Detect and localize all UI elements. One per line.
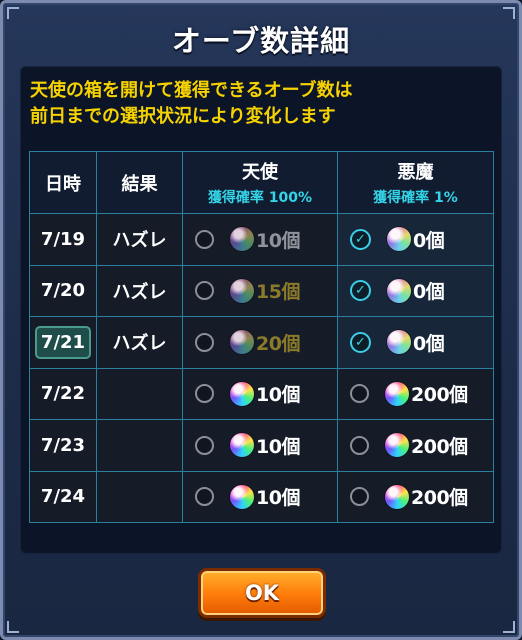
header-angel: 天使 獲得確率 100% bbox=[182, 151, 338, 214]
frame-corner bbox=[7, 621, 19, 633]
angel-cell: 15個 bbox=[182, 264, 338, 317]
angel-radio[interactable] bbox=[195, 384, 214, 404]
orb-icon bbox=[385, 381, 409, 406]
angel-radio[interactable] bbox=[195, 435, 214, 455]
devil-radio[interactable] bbox=[350, 487, 369, 507]
frame-corner bbox=[503, 621, 515, 633]
devil-check-icon[interactable]: ✓ bbox=[350, 228, 371, 250]
orb-icon bbox=[230, 433, 254, 458]
orb-icon bbox=[387, 278, 411, 303]
row-date: 7/21 bbox=[29, 316, 97, 369]
devil-label: 悪魔 bbox=[397, 162, 434, 183]
table-row: 7/21 ハズレ 20個 ✓ 0個 bbox=[29, 316, 494, 369]
row-result: ハズレ bbox=[96, 213, 183, 266]
angel-amount: 15個 bbox=[256, 281, 300, 304]
row-result bbox=[96, 367, 183, 420]
orb-icon bbox=[230, 381, 254, 406]
header-date: 日時 bbox=[29, 151, 97, 214]
dialog-title: オーブ数詳細 bbox=[171, 24, 351, 58]
angel-amount: 10個 bbox=[256, 435, 300, 458]
row-date: 7/19 bbox=[29, 213, 97, 266]
angel-cell: 20個 bbox=[182, 316, 338, 369]
angel-radio[interactable] bbox=[195, 487, 214, 507]
angel-rate: 獲得確率 100% bbox=[207, 190, 313, 206]
angel-radio[interactable] bbox=[195, 332, 214, 352]
table-row: 7/22 10個 200個 bbox=[29, 367, 494, 420]
devil-cell: ✓ 0個 bbox=[337, 213, 494, 266]
angel-amount: 10個 bbox=[256, 384, 300, 407]
description-line-1: 天使の箱を開けて獲得できるオーブ数は bbox=[30, 80, 353, 101]
current-date-badge: 7/21 bbox=[34, 325, 92, 359]
angel-cell: 10個 bbox=[182, 367, 338, 420]
devil-cell: ✓ 0個 bbox=[337, 264, 494, 317]
row-result bbox=[96, 419, 183, 472]
orb-icon bbox=[230, 227, 254, 252]
devil-cell: 200個 bbox=[337, 367, 494, 420]
description-line-2: 前日までの選択状況により変化します bbox=[30, 106, 336, 127]
devil-cell: 200個 bbox=[337, 470, 494, 523]
ok-button[interactable]: OK bbox=[198, 568, 326, 618]
angel-cell: 10個 bbox=[182, 470, 338, 523]
angel-label: 天使 bbox=[242, 162, 278, 183]
orb-icon bbox=[387, 330, 411, 355]
devil-cell: 200個 bbox=[337, 419, 494, 472]
header-devil: 悪魔 獲得確率 1% bbox=[337, 151, 494, 214]
devil-radio[interactable] bbox=[350, 384, 369, 404]
orb-icon bbox=[230, 330, 254, 355]
table-header-row: 日時 結果 天使 獲得確率 100% 悪魔 獲得確率 1% bbox=[29, 151, 494, 214]
orb-icon bbox=[230, 484, 254, 509]
table-row: 7/20 ハズレ 15個 ✓ 0個 bbox=[29, 264, 494, 317]
angel-radio[interactable] bbox=[195, 229, 214, 249]
row-result bbox=[96, 470, 183, 523]
devil-amount: 200個 bbox=[411, 435, 468, 458]
header-result: 結果 bbox=[96, 151, 183, 214]
devil-check-icon[interactable]: ✓ bbox=[350, 280, 371, 302]
devil-amount: 0個 bbox=[413, 332, 445, 355]
devil-check-icon[interactable]: ✓ bbox=[350, 331, 371, 353]
devil-amount: 200個 bbox=[411, 487, 468, 510]
angel-amount: 10個 bbox=[256, 229, 300, 252]
orb-icon bbox=[385, 484, 409, 509]
table-row: 7/19 ハズレ 10個 ✓ 0個 bbox=[29, 213, 494, 266]
devil-radio[interactable] bbox=[350, 435, 369, 455]
orb-icon bbox=[230, 278, 254, 303]
row-date: 7/23 bbox=[29, 419, 97, 472]
orb-icon bbox=[385, 433, 409, 458]
orb-icon bbox=[387, 227, 411, 252]
devil-amount: 200個 bbox=[411, 384, 468, 407]
table-row: 7/24 10個 200個 bbox=[29, 470, 494, 523]
row-date: 7/22 bbox=[29, 367, 97, 420]
angel-cell: 10個 bbox=[182, 419, 338, 472]
row-result: ハズレ bbox=[96, 316, 183, 369]
description: 天使の箱を開けて獲得できるオーブ数は 前日までの選択状況により変化します bbox=[30, 78, 490, 130]
devil-amount: 0個 bbox=[413, 229, 445, 252]
devil-cell: ✓ 0個 bbox=[337, 316, 494, 369]
row-date: 7/20 bbox=[29, 264, 97, 317]
row-date: 7/24 bbox=[29, 470, 97, 523]
angel-amount: 10個 bbox=[256, 487, 300, 510]
angel-radio[interactable] bbox=[195, 281, 214, 301]
table-row: 7/23 10個 200個 bbox=[29, 419, 494, 472]
devil-rate: 獲得確率 1% bbox=[373, 190, 458, 206]
angel-cell: 10個 bbox=[182, 213, 338, 266]
row-result: ハズレ bbox=[96, 264, 183, 317]
orb-table: 日時 結果 天使 獲得確率 100% 悪魔 獲得確率 1% 7/19 ハズレ 1… bbox=[29, 151, 494, 523]
devil-amount: 0個 bbox=[413, 281, 445, 304]
angel-amount: 20個 bbox=[256, 332, 300, 355]
